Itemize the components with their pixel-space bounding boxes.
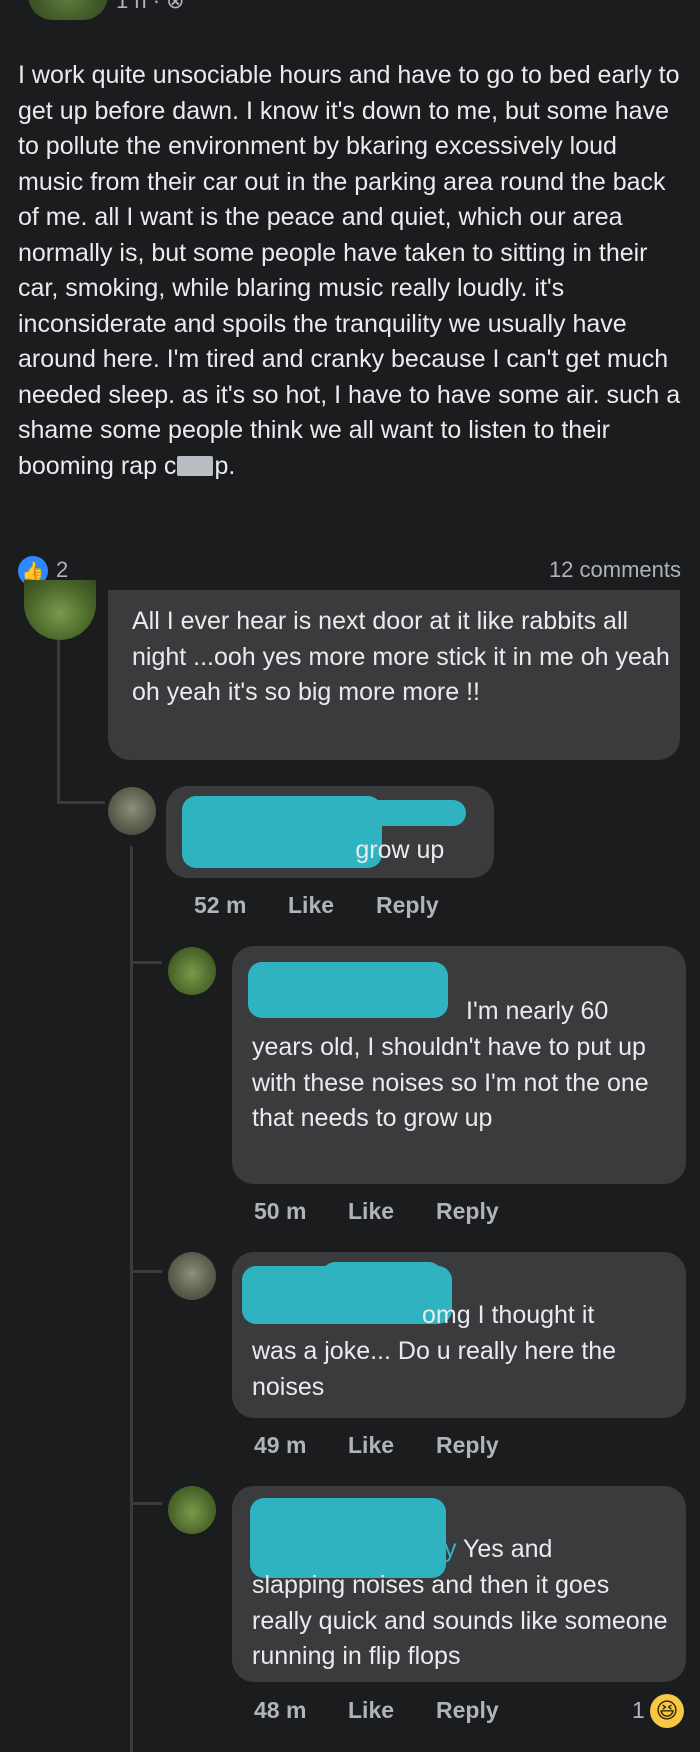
comment-text-body: Yes and: [456, 1535, 553, 1563]
commenter-avatar[interactable]: [24, 580, 96, 640]
comment-bubble: omg I thought it was a joke... Do u real…: [232, 1252, 686, 1418]
commenter-avatar[interactable]: [168, 947, 216, 995]
redaction-mark: [326, 800, 466, 826]
post-body-end: p.: [214, 451, 236, 480]
comment-time[interactable]: 50 m: [254, 1198, 306, 1225]
comment-text: years old, I shouldn't have to put up wi…: [252, 1033, 649, 1132]
post-body: I work quite unsociable hours and have t…: [18, 58, 688, 484]
comment-time[interactable]: 49 m: [254, 1432, 306, 1459]
reply-button[interactable]: Reply: [436, 1198, 499, 1225]
post-timestamp: 1 h · ⊗: [116, 0, 185, 13]
post-body-text: I work quite unsociable hours and have t…: [18, 61, 681, 480]
reply-button[interactable]: Reply: [436, 1697, 499, 1724]
comment-text: All I ever hear is next door at it like …: [132, 607, 670, 706]
commenter-avatar[interactable]: [108, 787, 156, 835]
comment-text: slapping noises and then it goes really …: [252, 1571, 668, 1670]
comment-time[interactable]: 52 m: [194, 892, 246, 919]
thread-line: [130, 961, 162, 964]
comment-text-line1: I'm nearly 60: [466, 997, 609, 1025]
thread-line: [130, 1502, 162, 1505]
comment-bubble: y Yes and slapping noises and then it go…: [232, 1486, 686, 1682]
commenter-avatar[interactable]: [168, 1252, 216, 1300]
redaction-mark: [332, 1508, 442, 1534]
comment-text-body: grow up: [348, 836, 445, 864]
comment-bubble: All I ever hear is next door at it like …: [108, 590, 680, 760]
reaction-count[interactable]: 1: [632, 1697, 645, 1724]
reply-button[interactable]: Reply: [376, 892, 439, 919]
comment-bubble: ey grow up: [166, 786, 494, 878]
thread-line: [130, 1270, 162, 1273]
comment-text-line1: y Yes and: [444, 1532, 552, 1568]
redaction-mark: [342, 976, 442, 998]
censor-block: [177, 455, 214, 476]
like-button[interactable]: Like: [348, 1198, 394, 1225]
comment-text-line1: omg I thought it: [422, 1301, 595, 1329]
poster-avatar[interactable]: [28, 0, 108, 20]
comment-time[interactable]: 48 m: [254, 1697, 306, 1724]
comments-count[interactable]: 12 comments: [549, 557, 681, 583]
comment-text: was a joke... Do u really here the noise…: [252, 1337, 617, 1401]
like-button[interactable]: Like: [288, 892, 334, 919]
thread-line: [57, 801, 105, 804]
commenter-name-fragment[interactable]: y: [444, 1535, 457, 1563]
commenter-name-fragment[interactable]: ey: [322, 836, 348, 864]
commenter-avatar[interactable]: [168, 1486, 216, 1534]
comment-bubble: I'm nearly 60 years old, I shouldn't hav…: [232, 946, 686, 1184]
thread-line: [130, 846, 133, 1752]
laughing-emoji-icon[interactable]: 😆: [650, 1694, 684, 1728]
reply-button[interactable]: Reply: [436, 1432, 499, 1459]
comment-text: ey grow up: [322, 833, 444, 869]
like-button[interactable]: Like: [348, 1697, 394, 1724]
like-button[interactable]: Like: [348, 1432, 394, 1459]
redaction-mark: [322, 1262, 442, 1288]
